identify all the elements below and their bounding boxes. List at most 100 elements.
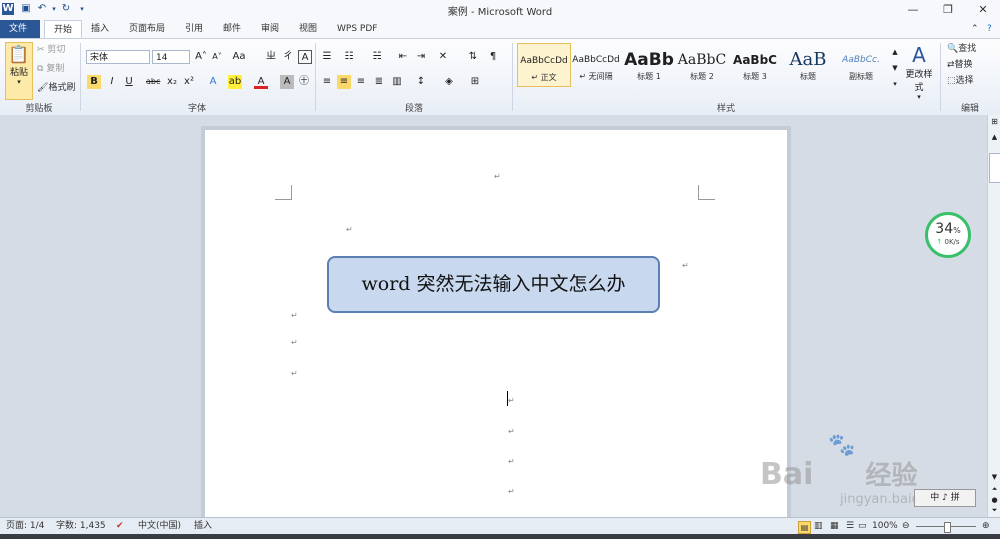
zoom-out-icon[interactable]: ⊖	[902, 518, 910, 535]
browse-object-icon[interactable]: ●	[989, 496, 1000, 506]
help-icon[interactable]: ?	[978, 20, 1000, 38]
superscript-button[interactable]: x²	[182, 75, 196, 89]
style-heading-1[interactable]: AaBb 标题 1	[623, 43, 675, 85]
style-heading-3[interactable]: AaBbC 标题 3	[729, 43, 781, 85]
title-text-box[interactable]: word 突然无法输入中文怎么办	[327, 256, 660, 313]
copy-button[interactable]: ⧉ 复制	[37, 63, 64, 75]
network-speed-widget[interactable]: 34% ↑ 0K/s	[925, 212, 971, 258]
clear-formatting-icon[interactable]: ㄔ	[281, 50, 295, 64]
vertical-scrollbar[interactable]: ⊞ ▲ ▼ ⏶ ● ⏷	[987, 115, 1000, 517]
proofing-icon[interactable]: ✔	[116, 518, 124, 535]
style-no-spacing[interactable]: AaBbCcDd ↵ 无间隔	[570, 43, 622, 85]
borders-icon[interactable]: ⊞	[468, 75, 482, 89]
tab-view[interactable]: 视图	[290, 20, 326, 38]
scroll-thumb[interactable]	[989, 153, 1000, 183]
cut-button[interactable]: ✂ 剪切	[37, 44, 65, 56]
bullets-icon[interactable]: ☰	[320, 50, 334, 64]
web-layout-view-icon[interactable]: ▦	[830, 518, 839, 535]
styles-scroll-down-icon[interactable]: ▼	[888, 61, 902, 75]
align-right-icon[interactable]: ≡	[354, 75, 368, 89]
print-layout-view-icon[interactable]: ▤	[798, 521, 811, 534]
tab-page-layout[interactable]: 页面布局	[120, 20, 174, 38]
multilevel-list-icon[interactable]: ☵	[370, 50, 384, 64]
full-screen-view-icon[interactable]: ▥	[814, 518, 823, 535]
tab-references[interactable]: 引用	[176, 20, 212, 38]
paragraph-mark: ↵	[494, 172, 501, 181]
highlight-icon[interactable]: ab	[228, 75, 242, 89]
sort-icon[interactable]: ⇅	[466, 50, 480, 64]
line-spacing-icon[interactable]: ↕	[414, 75, 428, 89]
style-heading-2[interactable]: AaBbC 标题 2	[676, 43, 728, 85]
increase-indent-icon[interactable]: ⇥	[414, 50, 428, 64]
page-count[interactable]: 页面: 1/4	[6, 518, 44, 535]
paragraph-mark: ↵	[291, 311, 298, 320]
char-border-icon[interactable]: A	[298, 50, 312, 64]
change-case-icon[interactable]: Aa	[232, 50, 246, 64]
margin-corner-mark	[698, 185, 715, 200]
style-normal[interactable]: AaBbCcDd ↵ 正文	[517, 43, 571, 87]
styles-scroll-up-icon[interactable]: ▲	[888, 45, 902, 59]
draft-view-icon[interactable]: ▭	[858, 518, 867, 535]
strikethrough-button[interactable]: abc	[146, 75, 160, 89]
style-subtitle[interactable]: AaBbCc. 副标题	[835, 43, 887, 85]
zoom-level[interactable]: 100%	[872, 518, 898, 535]
style-name: ↵ 无间隔	[579, 72, 613, 81]
tab-review[interactable]: 审阅	[252, 20, 288, 38]
distribute-icon[interactable]: ▥	[390, 75, 404, 89]
font-color-icon[interactable]: A	[254, 75, 268, 89]
phonetic-guide-icon[interactable]: ㄓ	[264, 50, 278, 64]
previous-page-icon[interactable]: ⏶	[989, 485, 1000, 495]
format-painter-button[interactable]: 🖌格式刷	[37, 82, 75, 94]
tab-home[interactable]: 开始	[44, 20, 83, 39]
bold-button[interactable]: B	[87, 75, 101, 89]
subscript-button[interactable]: x₂	[165, 75, 179, 89]
chinese-layout-icon[interactable]: ✕	[436, 50, 450, 64]
ime-indicator[interactable]: 中 ♪ 拼	[914, 489, 976, 507]
word-count[interactable]: 字数: 1,435	[56, 518, 106, 535]
replace-button[interactable]: ⇄替换	[947, 59, 973, 71]
title-bar: W ▣ ↶ ▾ ↻ ▾ 案例 - Microsoft Word — ❐ ✕	[0, 0, 1000, 21]
zoom-slider-thumb[interactable]	[944, 522, 951, 533]
align-center-icon[interactable]: ≡	[337, 75, 351, 89]
font-size-combo[interactable]: 14	[152, 50, 190, 64]
ruler-toggle-icon[interactable]: ⊞	[989, 117, 1000, 129]
grow-font-icon[interactable]: A˄	[194, 50, 208, 64]
tab-mailings[interactable]: 邮件	[214, 20, 250, 38]
tab-file[interactable]: 文件	[0, 20, 40, 38]
justify-icon[interactable]: ≣	[372, 75, 386, 89]
styles-more-icon[interactable]: ▾	[888, 77, 902, 91]
shrink-font-icon[interactable]: A˅	[210, 50, 224, 64]
italic-button[interactable]: I	[105, 75, 119, 89]
show-marks-icon[interactable]: ¶	[486, 50, 500, 64]
tab-insert[interactable]: 插入	[82, 20, 118, 38]
find-button[interactable]: 🔍查找	[947, 43, 976, 55]
close-button[interactable]: ✕	[970, 2, 996, 18]
insert-mode[interactable]: 插入	[194, 518, 212, 535]
scroll-down-icon[interactable]: ▼	[989, 473, 1000, 483]
paste-button[interactable]: 📋 粘贴 ▾	[5, 42, 33, 100]
style-title[interactable]: AaB 标题	[782, 43, 834, 85]
next-page-icon[interactable]: ⏷	[989, 506, 1000, 516]
outline-view-icon[interactable]: ☰	[846, 518, 854, 535]
numbering-icon[interactable]: ☷	[342, 50, 356, 64]
enclose-chars-icon[interactable]: ㊉	[297, 75, 311, 89]
restore-button[interactable]: ❐	[935, 2, 961, 18]
scroll-up-icon[interactable]: ▲	[989, 133, 1000, 143]
paste-dropdown-icon[interactable]: ▾	[6, 78, 32, 86]
select-button[interactable]: ⬚选择	[947, 75, 974, 87]
font-name-combo[interactable]: 宋体	[86, 50, 150, 64]
char-shading-icon[interactable]: A	[280, 75, 294, 89]
change-styles-button[interactable]: A 更改样式 ▾	[902, 43, 936, 101]
decrease-indent-icon[interactable]: ⇤	[396, 50, 410, 64]
replace-label: 替换	[954, 60, 973, 70]
change-styles-dropdown-icon: ▾	[917, 93, 921, 101]
text-effects-icon[interactable]: A	[206, 75, 220, 89]
align-left-icon[interactable]: ≡	[320, 75, 334, 89]
shading-icon[interactable]: ◈	[442, 75, 456, 89]
underline-button[interactable]: U	[122, 75, 136, 89]
style-sample: AaBbCcDd	[520, 56, 568, 66]
language-indicator[interactable]: 中文(中国)	[138, 518, 181, 535]
minimize-button[interactable]: —	[900, 2, 926, 18]
zoom-in-icon[interactable]: ⊕	[982, 518, 990, 535]
tab-wps-pdf[interactable]: WPS PDF	[328, 20, 386, 38]
